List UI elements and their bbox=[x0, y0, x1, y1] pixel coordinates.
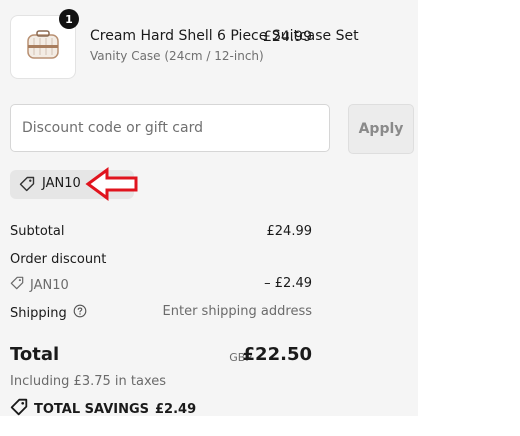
total-savings-value: £2.49 bbox=[155, 401, 197, 417]
discount-code-input[interactable] bbox=[10, 104, 330, 152]
total-savings: TOTAL SAVINGS £2.49 bbox=[10, 398, 196, 420]
shipping-value: Enter shipping address bbox=[162, 304, 312, 319]
order-summary-panel: 1 Cream Hard Shell 6 Piece Suitcase Set … bbox=[0, 0, 418, 417]
discount-line: JAN10 bbox=[10, 276, 69, 294]
product-name: Cream Hard Shell 6 Piece Suitcase Set bbox=[90, 28, 359, 44]
shipping-row: Shipping bbox=[10, 304, 87, 322]
apply-button[interactable]: Apply bbox=[348, 104, 414, 154]
total-savings-label: TOTAL SAVINGS bbox=[34, 401, 150, 417]
subtotal-value: £24.99 bbox=[266, 224, 313, 239]
tag-icon bbox=[19, 176, 35, 196]
tag-icon bbox=[10, 276, 24, 294]
applied-discount-code: JAN10 bbox=[42, 176, 81, 191]
help-icon[interactable] bbox=[73, 304, 87, 322]
total-value: £22.50 bbox=[242, 344, 312, 365]
discount-value: – £2.49 bbox=[264, 276, 312, 291]
quantity-badge: 1 bbox=[59, 9, 79, 29]
red-arrow-annotation bbox=[85, 167, 138, 201]
total-label: Total bbox=[10, 344, 60, 365]
order-discount-label: Order discount bbox=[10, 252, 107, 267]
product-variant: Vanity Case (24cm / 12-inch) bbox=[90, 49, 264, 63]
savings-tag-icon bbox=[10, 398, 28, 420]
discount-code-label: JAN10 bbox=[30, 277, 69, 293]
shipping-label: Shipping bbox=[10, 305, 67, 321]
subtotal-label: Subtotal bbox=[10, 224, 65, 239]
product-price: £24.99 bbox=[263, 29, 312, 45]
taxes-note: Including £3.75 in taxes bbox=[10, 374, 167, 389]
